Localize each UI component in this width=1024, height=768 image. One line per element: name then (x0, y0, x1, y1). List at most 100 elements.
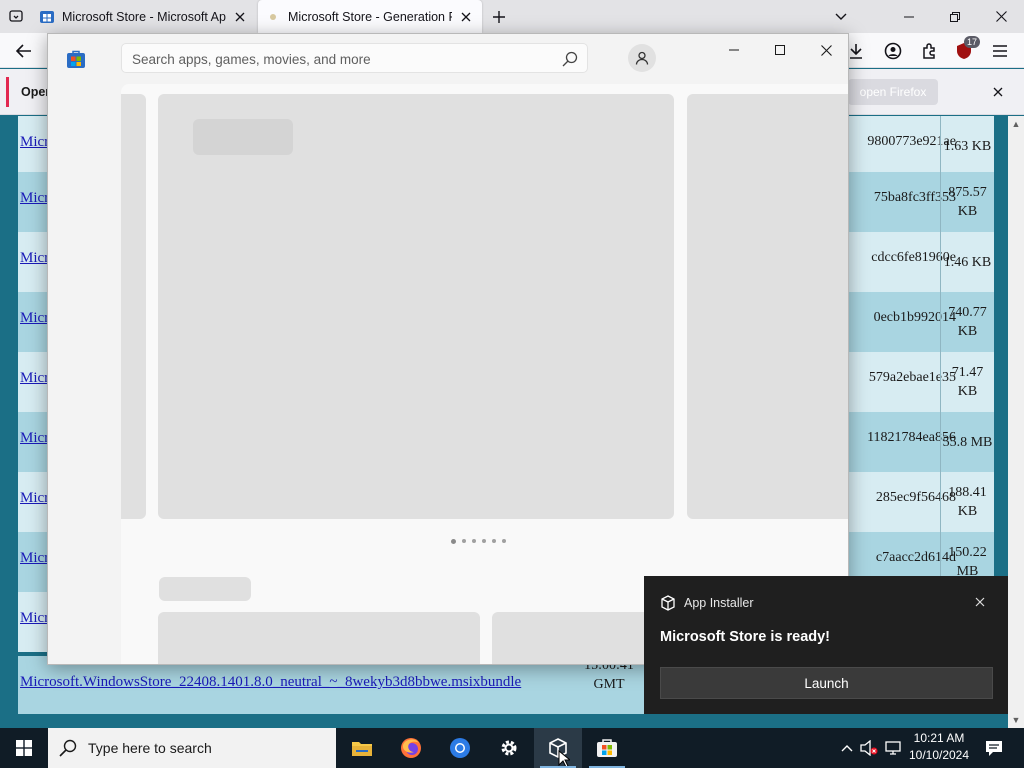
launch-button[interactable]: Launch (660, 667, 993, 699)
microsoft-store-taskbar-button[interactable] (583, 728, 631, 768)
firefox-taskbar-button[interactable] (387, 728, 435, 768)
file-link[interactable]: Micr (20, 250, 49, 267)
store-maximize-button[interactable] (757, 34, 803, 66)
show-hidden-icons-button[interactable] (836, 728, 858, 768)
tab-microsoft-store-app[interactable]: Microsoft Store - Microsoft App (32, 0, 256, 33)
file-link[interactable]: Microsoft.WindowsStore_22408.1401.8.0_ne… (20, 674, 521, 691)
network-icon (885, 741, 901, 755)
browser-tab-bar: Microsoft Store - Microsoft App Microsof… (0, 0, 1024, 33)
file-link[interactable]: Micr (20, 310, 49, 327)
file-date-zone: GMT (593, 677, 625, 692)
search-icon[interactable] (561, 50, 579, 68)
taskbar-search-box[interactable]: Type here to search (48, 728, 336, 768)
back-arrow-icon (16, 44, 31, 58)
list-all-tabs-button[interactable] (818, 0, 864, 33)
store-minimize-button[interactable] (711, 34, 757, 66)
app-installer-taskbar-button[interactable] (534, 728, 582, 768)
tab-list-button[interactable] (4, 4, 28, 28)
toast-headline: Microsoft Store is ready! (660, 629, 831, 645)
file-link[interactable]: Micr (20, 134, 49, 151)
toast-app-name: App Installer (684, 596, 754, 610)
close-tab-icon[interactable] (232, 9, 248, 25)
back-button[interactable] (10, 37, 38, 65)
windows-logo-icon (16, 740, 32, 756)
minimize-icon (904, 16, 914, 17)
file-size: 188.41 KB (940, 472, 994, 532)
notification-icon (986, 741, 1002, 756)
hero-card-placeholder-right (687, 94, 848, 519)
close-icon (820, 44, 832, 56)
taskbar-clock[interactable]: 10:21 AM 10/10/2024 (902, 730, 976, 766)
start-button[interactable] (0, 728, 48, 768)
settings-taskbar-button[interactable] (485, 728, 533, 768)
close-notification-icon[interactable] (990, 84, 1006, 100)
mouse-cursor-icon (558, 750, 570, 768)
close-window-button[interactable] (978, 0, 1024, 33)
search-icon (48, 739, 88, 757)
file-link[interactable]: Micr (20, 190, 49, 207)
toast-close-icon[interactable] (972, 594, 988, 610)
download-icon (850, 44, 862, 59)
file-link[interactable]: Micr (20, 430, 49, 447)
firefox-icon (401, 738, 421, 758)
hero-card-placeholder[interactable] (158, 94, 674, 519)
tile-placeholder (158, 612, 480, 664)
minimize-button[interactable] (886, 0, 932, 33)
extensions-button[interactable] (915, 37, 943, 65)
carousel-dot[interactable] (451, 539, 456, 544)
chevron-up-icon (841, 745, 853, 752)
file-size: 1.63 KB (940, 116, 994, 176)
scroll-up-icon[interactable]: ▲ (1011, 119, 1021, 129)
file-link[interactable]: Micr (20, 610, 49, 627)
page-favicon-icon (270, 13, 276, 20)
close-tab-icon[interactable] (458, 9, 474, 25)
ublock-button[interactable]: 17 (950, 36, 980, 65)
hero-card-placeholder-left (121, 94, 146, 519)
file-link[interactable]: Micr (20, 370, 49, 387)
carousel-dot[interactable] (462, 539, 466, 543)
volume-muted-icon (860, 740, 878, 756)
store-close-button[interactable] (803, 34, 849, 66)
tab-microsoft-store-generation[interactable]: Microsoft Store - Generation Pr (258, 0, 482, 33)
chrome-taskbar-button[interactable] (436, 728, 484, 768)
store-search-input[interactable] (132, 49, 552, 69)
action-center-button[interactable] (980, 728, 1008, 768)
file-explorer-taskbar-button[interactable] (338, 728, 386, 768)
open-firefox-button[interactable]: open Firefox (848, 79, 938, 105)
account-button[interactable] (879, 37, 907, 65)
person-icon (635, 51, 649, 65)
scroll-down-icon[interactable]: ▼ (1011, 715, 1021, 725)
store-account-avatar[interactable] (628, 44, 656, 72)
folder-icon (352, 742, 372, 756)
carousel-dot[interactable] (502, 539, 506, 543)
file-size: 740.77 KB (940, 292, 994, 352)
carousel-dot[interactable] (482, 539, 486, 543)
app-installer-toast: App Installer Microsoft Store is ready! … (644, 576, 1008, 714)
file-size: 55.8 MB (940, 412, 994, 472)
gear-icon (501, 740, 517, 756)
volume-button[interactable] (858, 728, 880, 768)
carousel-dot[interactable] (492, 539, 496, 543)
close-icon (995, 11, 1007, 22)
restore-button[interactable] (932, 0, 978, 33)
network-button[interactable] (882, 728, 904, 768)
minimize-icon (729, 49, 739, 51)
chevron-down-icon (835, 13, 847, 20)
menu-button[interactable] (986, 37, 1014, 65)
store-bag-icon (597, 739, 617, 757)
restore-icon (950, 11, 960, 22)
clock-date: 10/10/2024 (908, 748, 970, 762)
new-tab-button[interactable] (488, 6, 510, 28)
file-size: 1.46 KB (940, 232, 994, 292)
carousel-dots (451, 539, 506, 544)
carousel-dot[interactable] (472, 539, 476, 543)
app-installer-icon (661, 595, 675, 611)
page-scrollbar[interactable]: ▲ ▼ (1008, 116, 1024, 728)
microsoft-store-window (47, 33, 849, 665)
hamburger-menu-icon (993, 45, 1007, 57)
hero-title-placeholder (193, 119, 293, 155)
file-link[interactable]: Micr (20, 550, 49, 567)
store-search-box[interactable] (121, 43, 588, 73)
section-title-placeholder (159, 577, 251, 601)
file-link[interactable]: Micr (20, 490, 49, 507)
